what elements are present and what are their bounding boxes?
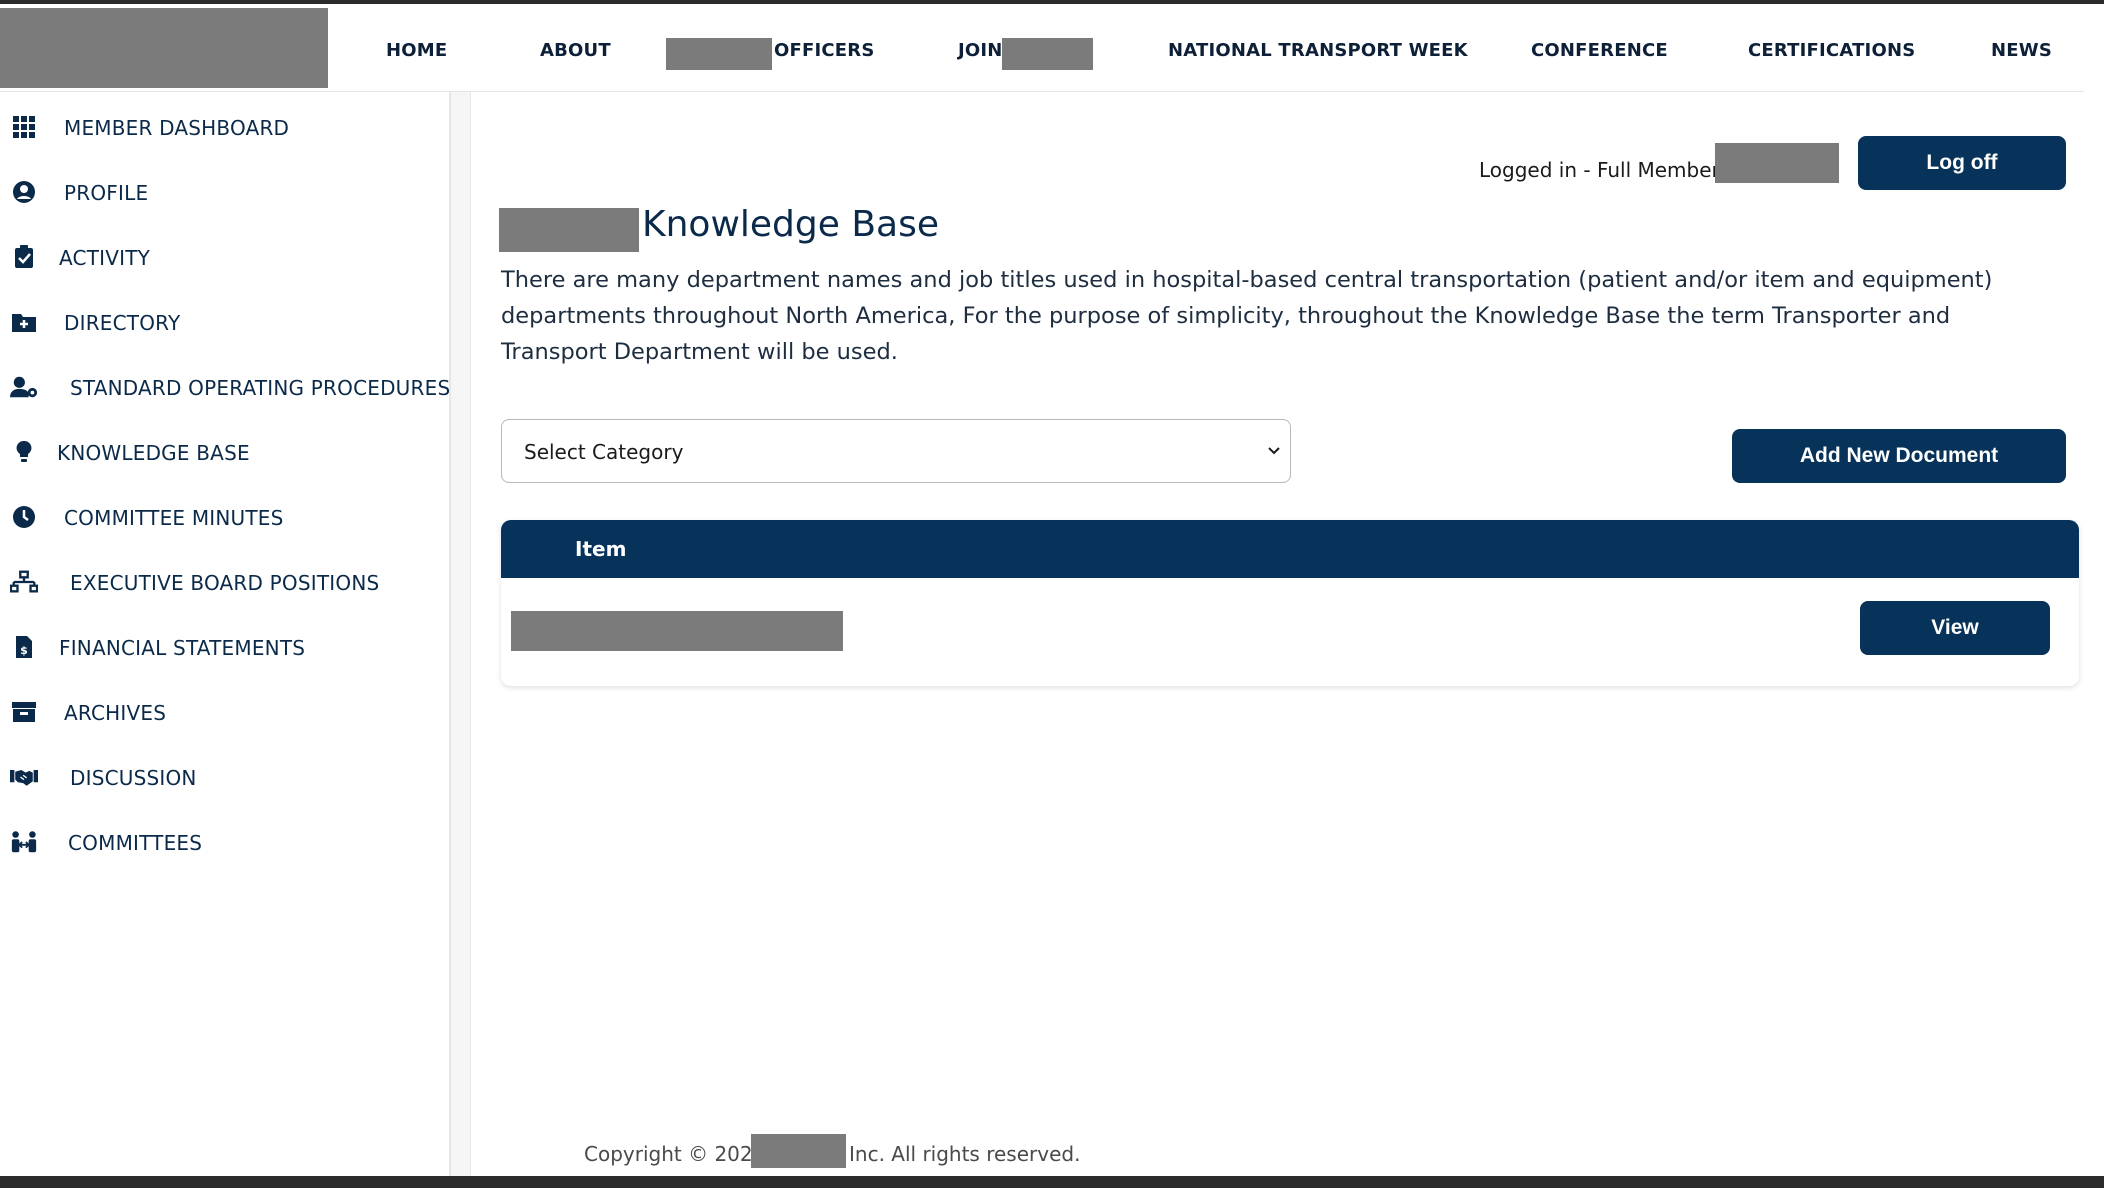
documents-table: Item View xyxy=(501,520,2079,686)
main-content: Logged in - Full Member Log off Knowledg… xyxy=(471,92,2084,1176)
clock-icon xyxy=(10,505,38,529)
sidebar-item-committees[interactable]: COMMITTEES xyxy=(0,821,451,861)
sidebar-item-executive-board-positions[interactable]: EXECUTIVE BOARD POSITIONS xyxy=(0,561,451,601)
nav-officers[interactable]: OFFICERS xyxy=(774,40,875,61)
people-arrows-icon xyxy=(10,830,38,854)
nav-join-suffix-redacted xyxy=(1002,38,1093,70)
site-logo-redacted[interactable] xyxy=(0,8,328,88)
svg-text:$: $ xyxy=(20,644,28,657)
sidebar-scrollbar[interactable] xyxy=(451,92,471,1176)
lightbulb-icon xyxy=(10,440,38,464)
nav-news[interactable]: NEWS xyxy=(1991,40,2052,61)
user-gear-icon xyxy=(10,375,38,399)
sidebar-item-label: COMMITTEE MINUTES xyxy=(64,506,284,530)
view-button[interactable]: View xyxy=(1860,601,2050,655)
sidebar-item-label: DIRECTORY xyxy=(64,311,181,335)
nav-national-transport-week[interactable]: NATIONAL TRANSPORT WEEK xyxy=(1168,40,1468,61)
folder-plus-icon xyxy=(10,310,38,334)
add-new-document-button[interactable]: Add New Document xyxy=(1732,429,2066,483)
chevron-down-icon xyxy=(1264,440,1284,460)
nav-certifications[interactable]: CERTIFICATIONS xyxy=(1748,40,1915,61)
copyright-text: Copyright © 2025 xyxy=(584,1142,766,1166)
sidebar-item-label: DISCUSSION xyxy=(70,766,197,790)
login-status: Logged in - Full Member xyxy=(1479,158,1720,182)
site-header: HOME ABOUT OFFICERS JOIN NATIONAL TRANSP… xyxy=(0,4,2084,92)
nav-conference[interactable]: CONFERENCE xyxy=(1531,40,1668,61)
sidebar-item-label: PROFILE xyxy=(64,181,149,205)
sidebar-item-label: MEMBER DASHBOARD xyxy=(64,116,290,140)
sidebar-item-label: COMMITTEES xyxy=(68,831,203,855)
sidebar-item-profile[interactable]: PROFILE xyxy=(0,171,451,211)
clipboard-check-icon xyxy=(10,245,38,269)
sidebar-item-member-dashboard[interactable]: MEMBER DASHBOARD xyxy=(0,106,451,146)
sidebar-item-label: ARCHIVES xyxy=(64,701,167,725)
sidebar-item-label: KNOWLEDGE BASE xyxy=(57,441,250,465)
sidebar-item-activity[interactable]: ACTIVITY xyxy=(0,236,451,276)
sidebar-item-standard-operating-procedures[interactable]: STANDARD OPERATING PROCEDURES xyxy=(0,366,451,406)
sidebar-item-directory[interactable]: DIRECTORY xyxy=(0,301,451,341)
member-name-redacted xyxy=(1715,143,1839,183)
sidebar-item-label: FINANCIAL STATEMENTS xyxy=(59,636,306,660)
sidebar-item-knowledge-base[interactable]: KNOWLEDGE BASE xyxy=(0,431,451,471)
nav-about[interactable]: ABOUT xyxy=(540,40,611,61)
sidebar-item-archives[interactable]: ARCHIVES xyxy=(0,691,451,731)
title-prefix-redacted xyxy=(499,208,639,252)
organization-name-redacted xyxy=(751,1134,846,1168)
file-invoice-dollar-icon: $ xyxy=(10,635,38,659)
sidebar-item-label: STANDARD OPERATING PROCEDURES xyxy=(70,376,451,400)
nav-join[interactable]: JOIN xyxy=(958,40,1003,61)
sidebar-item-financial-statements[interactable]: $ FINANCIAL STATEMENTS xyxy=(0,626,451,666)
nav-home[interactable]: HOME xyxy=(386,40,447,61)
sidebar-item-label: EXECUTIVE BOARD POSITIONS xyxy=(70,571,380,595)
handshake-icon xyxy=(10,765,38,789)
sidebar: MEMBER DASHBOARD PROFILE ACTIVITY DIRECT… xyxy=(0,92,451,1176)
sitemap-icon xyxy=(10,570,38,594)
archive-box-icon xyxy=(10,700,38,724)
window-bottom-border xyxy=(0,1176,2104,1188)
footer: Copyright © 2025 Inc. All rights reserve… xyxy=(0,1130,2104,1176)
column-header-item: Item xyxy=(575,537,627,561)
page-description: There are many department names and job … xyxy=(501,267,1993,365)
table-header: Item xyxy=(501,520,2079,578)
category-select-value: Select Category xyxy=(524,440,684,464)
copyright-suffix: Inc. All rights reserved. xyxy=(849,1142,1081,1166)
page-title: Knowledge Base xyxy=(642,204,939,245)
sidebar-item-label: ACTIVITY xyxy=(59,246,151,270)
nav-officers-prefix-redacted xyxy=(666,38,772,70)
category-select[interactable]: Select Category xyxy=(501,419,1291,483)
grid-icon xyxy=(10,115,38,139)
document-name-redacted xyxy=(511,611,843,651)
sidebar-item-discussion[interactable]: DISCUSSION xyxy=(0,756,451,796)
user-circle-icon xyxy=(10,180,38,204)
sidebar-item-committee-minutes[interactable]: COMMITTEE MINUTES xyxy=(0,496,451,536)
logoff-button[interactable]: Log off xyxy=(1858,136,2066,190)
